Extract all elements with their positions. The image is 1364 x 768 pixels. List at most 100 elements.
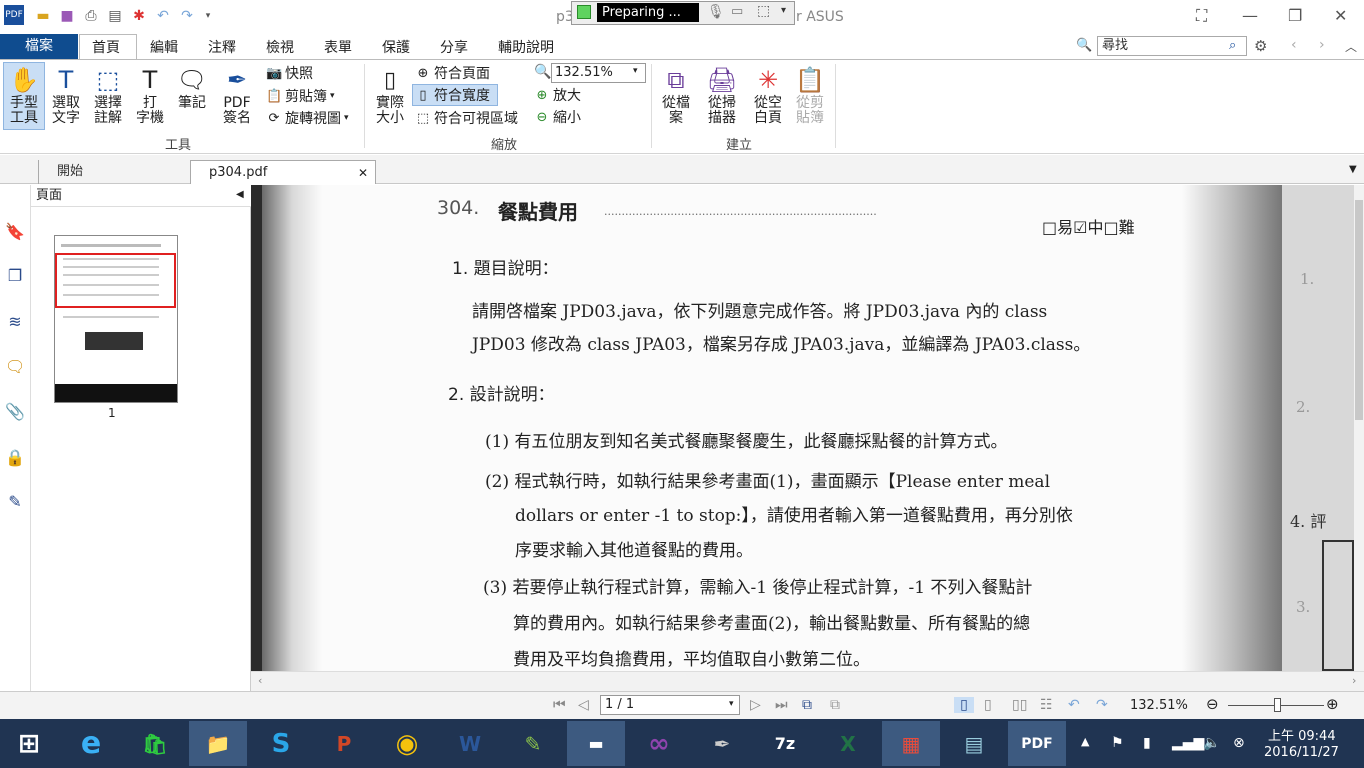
status-zoom-in-icon[interactable]: ⊕: [1326, 695, 1339, 713]
status-zoom-out-icon[interactable]: ⊖: [1206, 695, 1219, 713]
collapse-panel-icon[interactable]: ◀: [236, 189, 244, 200]
volume-icon[interactable]: 🔈: [1203, 735, 1220, 751]
flag-icon[interactable]: ⚑: [1111, 735, 1124, 751]
ribbon-display-icon[interactable]: ⛶: [1196, 6, 1207, 26]
search-input[interactable]: 尋找: [1097, 36, 1247, 56]
horizontal-scrollbar[interactable]: [251, 671, 1364, 691]
attachments-icon[interactable]: 📎: [5, 402, 25, 422]
facing-icon[interactable]: ▯▯: [1012, 697, 1027, 713]
tab-edit[interactable]: 編輯: [150, 37, 178, 57]
single-page-icon[interactable]: ▯: [954, 697, 974, 713]
tab-protect[interactable]: 保護: [382, 37, 410, 57]
office-icon[interactable]: ▦: [882, 721, 940, 766]
fit-width-button[interactable]: ▯ 符合寬度: [415, 85, 490, 105]
clock-date[interactable]: 2016/11/27: [1264, 745, 1339, 760]
zoom-slider-thumb[interactable]: [1274, 698, 1281, 712]
back-icon[interactable]: ‹: [1291, 37, 1297, 53]
scroll-left-icon[interactable]: ‹: [258, 674, 262, 687]
forward-icon[interactable]: ›: [1319, 37, 1325, 53]
tab-list-icon[interactable]: ▼: [1349, 164, 1357, 175]
prev-view-icon[interactable]: ⧉: [802, 697, 812, 713]
bookmarks-icon[interactable]: 🔖: [5, 222, 25, 242]
actual-size-button[interactable]: ▯ 實際 大小: [370, 64, 410, 126]
tab-help[interactable]: 輔助說明: [498, 37, 554, 57]
chrome-icon[interactable]: ◉: [378, 721, 436, 766]
mic-icon[interactable]: 🎙: [707, 4, 725, 20]
rotate-left-icon[interactable]: ↶: [1068, 697, 1080, 713]
tab-share[interactable]: 分享: [440, 37, 468, 57]
excel-icon[interactable]: X: [819, 721, 877, 766]
rotate-view-button[interactable]: ⟳ 旋轉視圖 ▾: [266, 108, 349, 128]
next-view-icon[interactable]: ⧉: [830, 697, 840, 713]
first-page-icon[interactable]: ⏮: [553, 697, 566, 713]
7zip-icon[interactable]: 7z: [756, 721, 814, 766]
pdf-sign-button[interactable]: ✒ PDF 簽名: [214, 64, 260, 126]
notepad-icon[interactable]: ▤: [945, 721, 1003, 766]
record-icon[interactable]: [577, 5, 591, 19]
security-icon[interactable]: 🔒: [5, 448, 25, 468]
tab-start[interactable]: 開始: [38, 160, 188, 184]
minimize-icon[interactable]: —: [1242, 6, 1258, 25]
rotate-right-icon[interactable]: ↷: [1096, 697, 1108, 713]
zoom-out-button[interactable]: ⊖ 縮小: [534, 107, 581, 127]
store-icon[interactable]: 🛍: [126, 721, 184, 766]
fit-page-button[interactable]: ⊕ 符合頁面: [415, 63, 490, 83]
snapshot-button[interactable]: 📷 快照: [266, 63, 313, 83]
notepadpp-icon[interactable]: ✎: [504, 721, 562, 766]
hand-tool-button[interactable]: ✋ 手型 工具: [4, 64, 44, 126]
battery-icon[interactable]: ▮: [1143, 735, 1151, 751]
explorer-icon[interactable]: 📁: [189, 721, 247, 766]
from-clipboard-button[interactable]: 📋 從剪 貼簿: [790, 64, 830, 126]
network-icon[interactable]: ▂▄▆: [1172, 735, 1204, 751]
skype-icon[interactable]: S: [252, 721, 310, 766]
word-icon[interactable]: W: [441, 721, 499, 766]
quill-icon[interactable]: ✒: [693, 721, 751, 766]
tab-view[interactable]: 檢視: [266, 37, 294, 57]
thumbnail-viewport[interactable]: [55, 253, 176, 308]
layers-icon[interactable]: ≋: [5, 312, 25, 332]
blank-page-button[interactable]: ✳ 從空 白頁: [748, 64, 788, 126]
select-text-button[interactable]: T 選取 文字: [46, 64, 86, 126]
collapse-ribbon-icon[interactable]: ︿: [1345, 38, 1357, 55]
clipboard-button[interactable]: 📋 剪貼簿 ▾: [266, 86, 335, 106]
close-icon[interactable]: ✕: [1334, 6, 1347, 25]
open-icon[interactable]: ▬: [34, 7, 52, 25]
tab-home[interactable]: 首頁: [92, 37, 120, 57]
page-dropdown-icon[interactable]: ▾: [729, 699, 734, 709]
zoom-dropdown-icon[interactable]: ▾: [633, 66, 638, 76]
app-icon[interactable]: PDF: [4, 5, 24, 25]
page-number-input[interactable]: 1 / 1: [600, 695, 740, 715]
scroll-right-icon[interactable]: ›: [1352, 674, 1356, 687]
zoom-in-button[interactable]: ⊕ 放大: [534, 85, 581, 105]
zoom-select[interactable]: 132.51%: [551, 63, 646, 83]
properties-icon[interactable]: ▤: [106, 7, 124, 25]
camera-off-icon[interactable]: ▭: [731, 4, 743, 19]
foxit-icon[interactable]: PDF: [1008, 721, 1066, 766]
next-page-icon[interactable]: ▷: [750, 697, 761, 713]
from-scanner-button[interactable]: 🖨 從掃 描器: [700, 64, 744, 126]
tab-form[interactable]: 表單: [324, 37, 352, 57]
prev-page-icon[interactable]: ◁: [578, 697, 589, 713]
find-folder-icon[interactable]: 🔍: [1076, 38, 1092, 53]
settings-icon[interactable]: ⚙: [1254, 37, 1267, 55]
continuous-facing-icon[interactable]: ☷: [1040, 697, 1053, 713]
ime-icon[interactable]: ⊗: [1233, 735, 1245, 751]
tab-document[interactable]: p304.pdf: [190, 160, 376, 184]
cmd-icon[interactable]: ▬: [567, 721, 625, 766]
tab-comment[interactable]: 注釋: [208, 37, 236, 57]
select-annotation-button[interactable]: ⬚ 選擇 註解: [88, 64, 128, 126]
customize-icon[interactable]: ▾: [199, 7, 217, 25]
start-icon[interactable]: ⊞: [0, 721, 58, 766]
powerpoint-icon[interactable]: P: [315, 721, 373, 766]
signature-icon[interactable]: ✎: [5, 492, 25, 512]
redo-icon[interactable]: ↷: [178, 7, 196, 25]
last-page-icon[interactable]: ⏭: [775, 697, 788, 713]
continuous-icon[interactable]: ▯: [984, 697, 992, 713]
undo-icon[interactable]: ↶: [154, 7, 172, 25]
restore-icon[interactable]: ❐: [1288, 6, 1302, 25]
vertical-scroll-thumb[interactable]: [1355, 200, 1363, 420]
file-tab[interactable]: 檔案: [0, 34, 78, 59]
visualstudio-icon[interactable]: ∞: [630, 721, 688, 766]
tray-expand-icon[interactable]: ▲: [1081, 735, 1089, 748]
note-button[interactable]: 🗨 筆記: [172, 64, 212, 111]
